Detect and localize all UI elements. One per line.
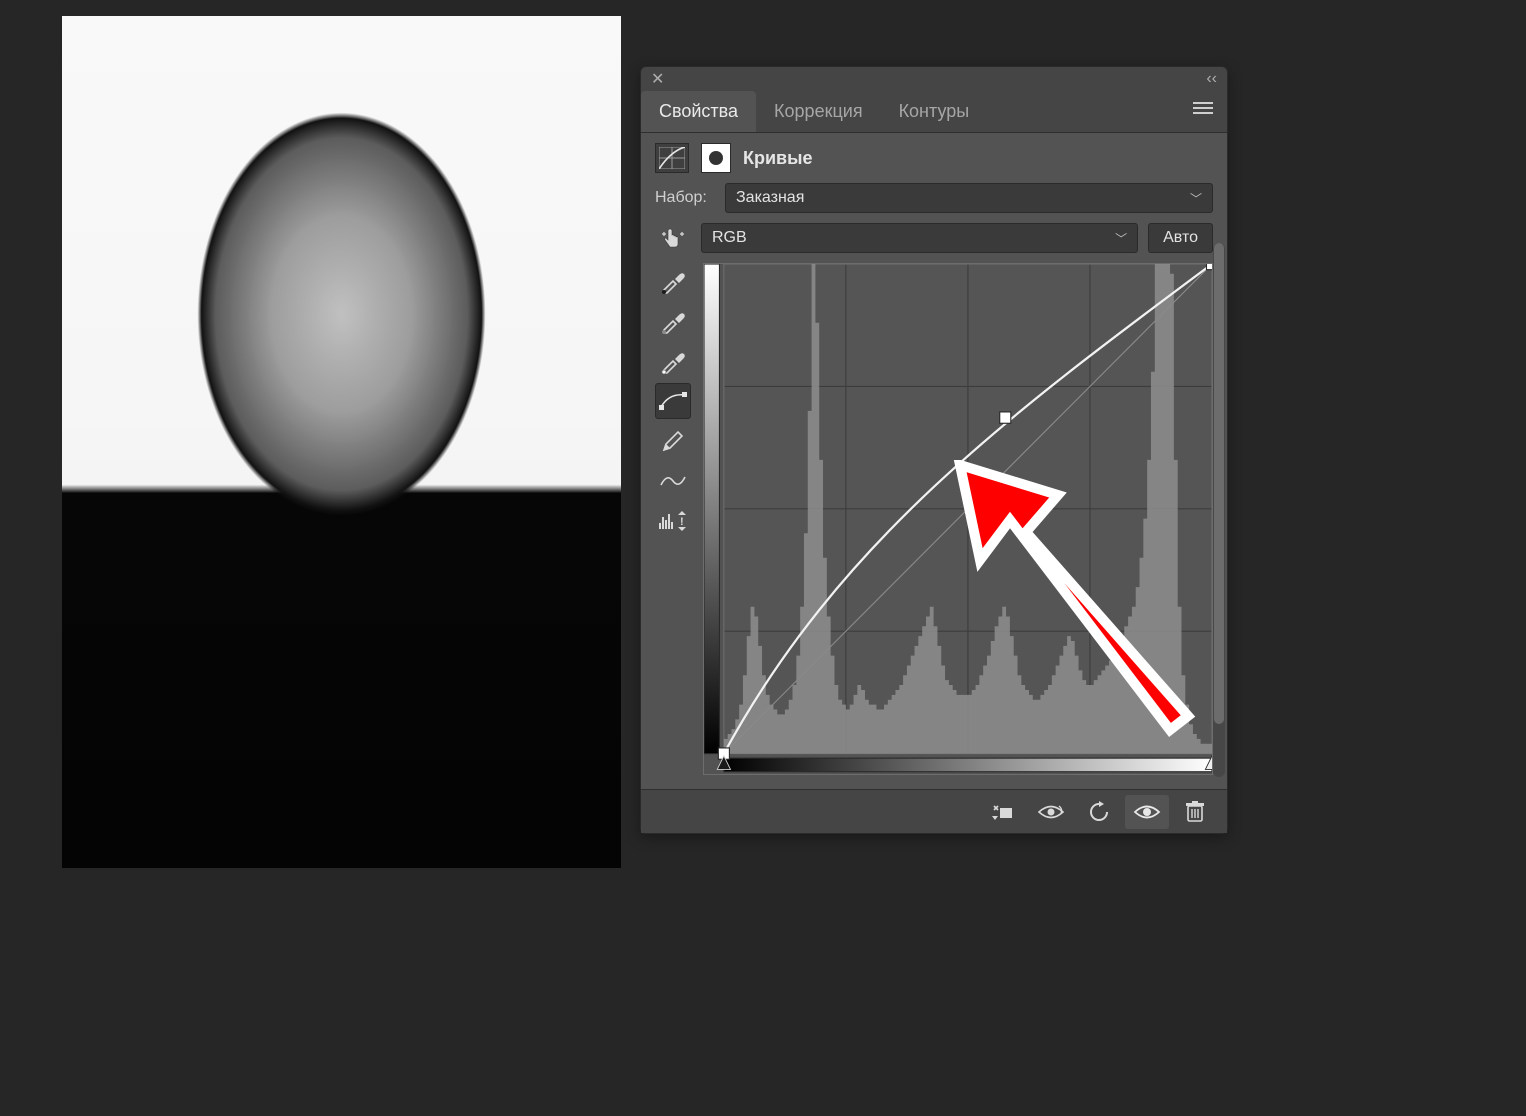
- preset-value: Заказная: [736, 189, 804, 207]
- chevron-down-icon: ﹀: [1190, 190, 1202, 207]
- preset-label: Набор:: [655, 189, 715, 207]
- svg-text:!: !: [680, 516, 684, 528]
- clip-to-layer-icon[interactable]: [981, 795, 1025, 829]
- tab-correction[interactable]: Коррекция: [756, 91, 881, 132]
- channel-value: RGB: [712, 229, 747, 247]
- document-canvas[interactable]: [62, 16, 621, 868]
- preset-select[interactable]: Заказная ﹀: [725, 183, 1213, 213]
- panel-scrollbar[interactable]: [1213, 243, 1225, 777]
- tab-properties[interactable]: Свойства: [641, 91, 756, 132]
- layer-mask-icon[interactable]: [701, 143, 731, 173]
- tab-contours[interactable]: Контуры: [881, 91, 988, 132]
- curve-point-tool-icon[interactable]: [655, 383, 691, 419]
- reset-icon[interactable]: [1077, 795, 1121, 829]
- targeted-adjust-tool[interactable]: [655, 223, 691, 253]
- panel-menu-icon[interactable]: [1179, 91, 1227, 132]
- channel-select[interactable]: RGB ﹀: [701, 223, 1138, 253]
- auto-button[interactable]: Авто: [1148, 223, 1213, 253]
- eyedropper-black-icon[interactable]: [655, 263, 691, 299]
- adjustment-title: Кривые: [743, 148, 813, 169]
- smooth-tool-icon[interactable]: [655, 463, 691, 499]
- properties-panel: ✕ ‹‹ Свойства Коррекция Контуры Кривые Н…: [640, 66, 1228, 834]
- eyedropper-gray-icon[interactable]: [655, 303, 691, 339]
- chevron-down-icon: ﹀: [1115, 230, 1127, 247]
- eyedropper-white-icon[interactable]: [655, 343, 691, 379]
- curves-graph[interactable]: [703, 263, 1213, 775]
- panel-collapse-icon[interactable]: ‹‹: [1206, 70, 1217, 88]
- visibility-icon[interactable]: [1125, 795, 1169, 829]
- histogram-clip-icon[interactable]: !: [655, 503, 691, 539]
- curves-adjustment-icon: [655, 143, 689, 173]
- view-previous-icon[interactable]: [1029, 795, 1073, 829]
- pencil-tool-icon[interactable]: [655, 423, 691, 459]
- delete-icon[interactable]: [1173, 795, 1217, 829]
- panel-close-icon[interactable]: ✕: [651, 69, 664, 89]
- panel-tabs: Свойства Коррекция Контуры: [641, 91, 1227, 133]
